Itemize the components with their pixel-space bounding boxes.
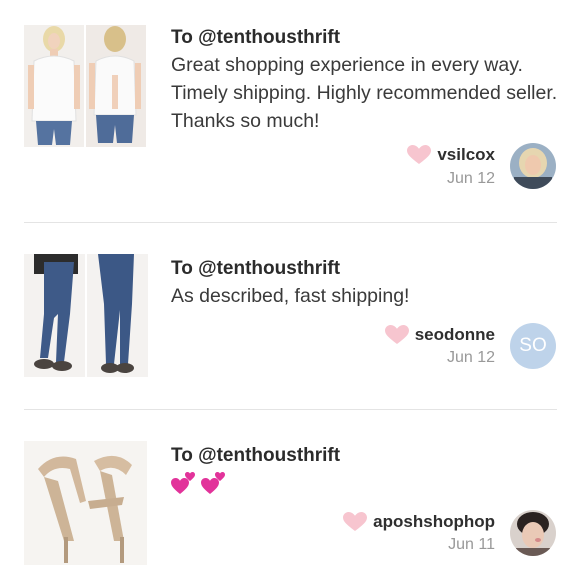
jeans-image — [24, 254, 148, 377]
two-hearts-emoji — [171, 470, 227, 496]
reviewer-username[interactable]: aposhshophop — [373, 512, 495, 532]
reviewer-row: vsilcox — [407, 143, 495, 167]
reviewer-row: aposhshophop — [343, 510, 495, 534]
heart-icon[interactable] — [343, 512, 368, 532]
review-text: As described, fast shipping! — [171, 285, 410, 307]
avatar[interactable] — [510, 143, 556, 189]
avatar-photo — [510, 143, 556, 189]
reviewer-username[interactable]: vsilcox — [437, 145, 495, 165]
blouse-image — [24, 25, 146, 147]
listing-thumbnail[interactable] — [24, 25, 146, 147]
avatar[interactable]: SO — [510, 323, 556, 369]
review-date: Jun 12 — [446, 349, 495, 366]
review-text: Great shopping experience in every way. … — [171, 54, 558, 132]
two-hearts-icon — [171, 472, 195, 494]
heels-image — [24, 441, 147, 565]
review-item: To @tenthousthrift As described, fast sh… — [0, 223, 580, 409]
avatar-photo — [510, 510, 556, 556]
heart-icon[interactable] — [407, 145, 432, 165]
review-recipient: To @tenthousthrift — [171, 258, 341, 279]
review-date: Jun 12 — [446, 170, 495, 187]
review-recipient: To @tenthousthrift — [171, 445, 341, 466]
heart-icon[interactable] — [384, 325, 409, 345]
two-hearts-icon — [201, 472, 225, 494]
listing-thumbnail[interactable] — [24, 254, 148, 377]
review-item: To @tenthousthrift Great shopping experi… — [0, 0, 580, 222]
review-recipient: To @tenthousthrift — [171, 27, 341, 48]
review-item: To @tenthousthrift aposhshophop Jun 11 — [0, 410, 580, 580]
reviewer-username[interactable]: seodonne — [415, 325, 495, 345]
reviewer-row: seodonne — [384, 323, 495, 347]
avatar[interactable] — [510, 510, 556, 556]
review-date: Jun 11 — [448, 536, 495, 553]
listing-thumbnail[interactable] — [24, 441, 147, 565]
